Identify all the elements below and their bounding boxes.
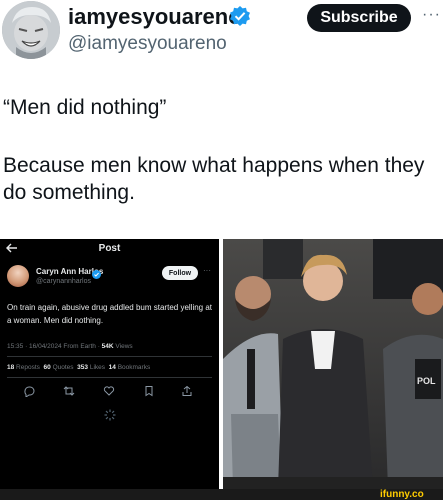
likes-label: Likes <box>89 364 106 371</box>
bookmarks-count: 14 <box>108 364 116 371</box>
more-options-icon[interactable]: ··· <box>422 6 441 24</box>
ifunny-watermark: ifunny.co <box>380 489 424 500</box>
quotes-count: 60 <box>43 364 51 371</box>
avatar-image <box>2 1 60 59</box>
avatar[interactable] <box>2 1 60 59</box>
embedded-post-meta: 15:35 · 16/04/2024 From Earth · 54K View… <box>7 343 133 350</box>
quotes-label: Quotes <box>52 364 74 371</box>
bookmark-icon <box>142 385 156 399</box>
news-photo: POL <box>223 239 443 489</box>
embedded-more-icon: ··· <box>203 266 211 275</box>
embedded-post-text: On train again, abusive drug addled bum … <box>7 303 213 325</box>
subscribe-button[interactable]: Subscribe <box>307 4 411 32</box>
footer-bar <box>0 489 443 500</box>
loading-spinner-icon <box>104 409 116 424</box>
embedded-author-handle: @carynannharlos <box>36 278 91 285</box>
embedded-post-time: 15:35 · 16/04/2024 From Earth · <box>7 343 100 350</box>
embedded-follow-button: Follow <box>162 266 198 280</box>
embedded-views-count: 54K <box>101 343 114 350</box>
embedded-author-avatar <box>7 265 29 287</box>
post-quote-line: “Men did nothing” <box>3 96 167 119</box>
post-body: Because men know what happens when they … <box>3 154 425 204</box>
repost-icon <box>62 385 76 399</box>
embedded-post-stats: 18 Reposts 60 Quotes 353 Likes 14 Bookma… <box>7 364 150 371</box>
embedded-verified-icon <box>92 266 101 279</box>
verified-badge-icon <box>230 6 250 26</box>
handle[interactable]: @iamyesyouareno <box>68 33 227 55</box>
bookmarks-label: Bookmarks <box>117 364 151 371</box>
embedded-post-screenshot: Post Caryn Ann Harlos @carynannharlos Fo… <box>0 239 219 489</box>
embedded-views-label: Views <box>115 343 133 350</box>
divider <box>7 356 212 357</box>
reposts-label: Reposts <box>16 364 40 371</box>
post-header-title: Post <box>98 243 121 254</box>
share-icon <box>180 385 194 399</box>
svg-text:POL: POL <box>417 376 436 386</box>
like-icon <box>102 385 116 399</box>
reply-icon <box>22 385 36 399</box>
display-name[interactable]: iamyesyouareno <box>68 4 242 30</box>
likes-count: 353 <box>77 364 89 371</box>
reposts-count: 18 <box>7 364 15 371</box>
divider <box>7 377 212 378</box>
